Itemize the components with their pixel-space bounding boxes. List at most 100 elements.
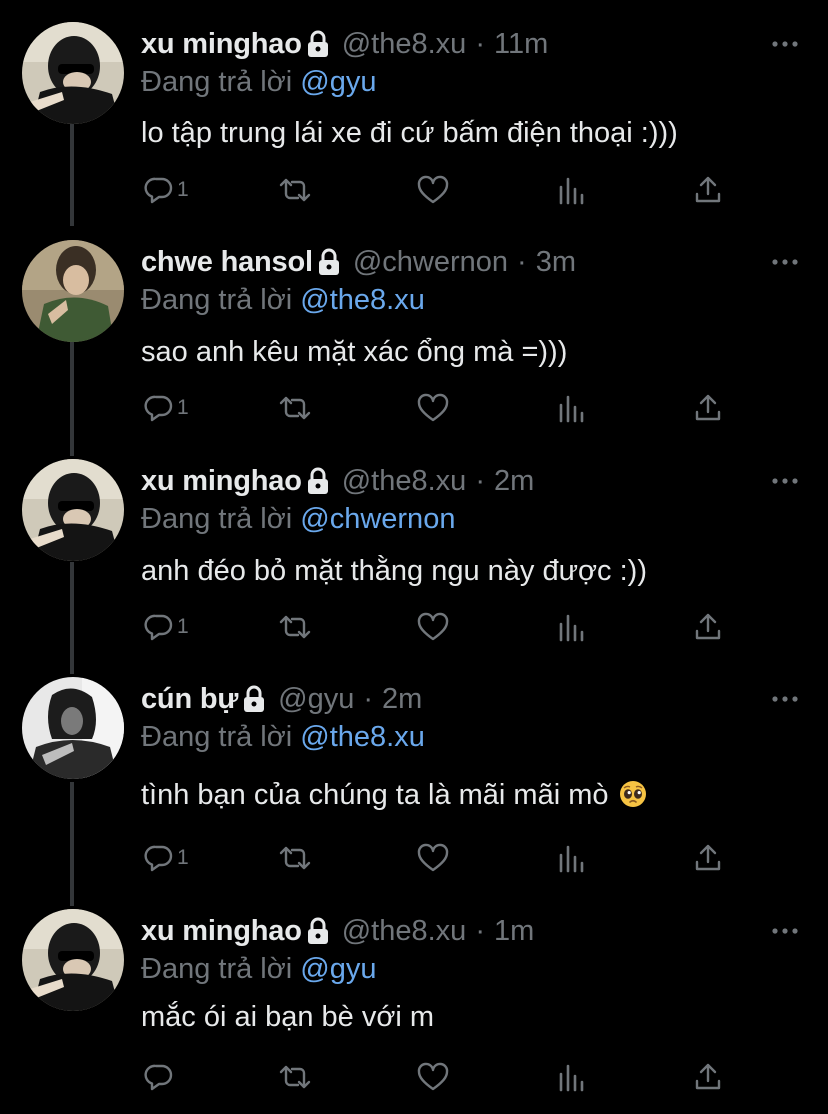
timestamp[interactable]: 2m xyxy=(382,681,422,717)
share-icon xyxy=(693,175,723,205)
retweet-button[interactable] xyxy=(278,609,312,645)
replying-to: Đang trả lời @gyu xyxy=(141,64,376,100)
share-button[interactable] xyxy=(693,172,723,208)
mention-link[interactable]: @the8.xu xyxy=(300,721,425,753)
share-button[interactable] xyxy=(693,609,723,645)
analytics-button[interactable] xyxy=(557,1059,585,1095)
tweet-text: lo tập trung lái xe đi cứ bấm điện thoại… xyxy=(141,117,678,149)
replying-label: Đang trả lời xyxy=(141,953,293,985)
retweet-icon xyxy=(278,1062,312,1092)
share-icon xyxy=(693,612,723,642)
reply-icon xyxy=(144,612,174,642)
reply-button[interactable] xyxy=(144,1059,177,1095)
reply-count: 1 xyxy=(177,396,189,419)
lock-icon xyxy=(242,685,266,713)
tweet-header: chwe hansol @chwernon · 3m xyxy=(141,244,576,280)
separator: · xyxy=(475,465,485,497)
analytics-button[interactable] xyxy=(557,609,585,645)
user-handle[interactable]: @the8.xu xyxy=(342,26,467,62)
user-handle[interactable]: @gyu xyxy=(278,681,354,717)
mention-link[interactable]: @gyu xyxy=(300,953,376,985)
like-button[interactable] xyxy=(417,172,449,208)
reply-icon xyxy=(144,393,174,423)
avatar-gyu[interactable] xyxy=(22,677,124,779)
pleading-face-emoji xyxy=(619,780,647,808)
more-icon[interactable] xyxy=(772,244,798,280)
share-button[interactable] xyxy=(693,1059,723,1095)
reply-button[interactable]: 1 xyxy=(144,390,189,426)
replying-label: Đang trả lời xyxy=(141,284,293,316)
share-icon xyxy=(693,1062,723,1092)
replying-to: Đang trả lời @the8.xu xyxy=(141,719,425,755)
heart-icon xyxy=(417,393,449,423)
separator: · xyxy=(475,915,485,947)
replying-label: Đang trả lời xyxy=(141,721,293,753)
avatar-hansol[interactable] xyxy=(22,240,124,342)
timestamp[interactable]: 11m xyxy=(494,26,548,62)
reply-count: 1 xyxy=(177,615,189,638)
tweet-text: sao anh kêu mặt xác ổng mà =))) xyxy=(141,336,568,368)
display-name[interactable]: chwe hansol xyxy=(141,244,313,280)
like-button[interactable] xyxy=(417,1059,449,1095)
retweet-button[interactable] xyxy=(278,172,312,208)
lock-icon xyxy=(306,467,330,495)
tweet-header: xu minghao @the8.xu · 11m xyxy=(141,26,548,62)
share-button[interactable] xyxy=(693,840,723,876)
mention-link[interactable]: @gyu xyxy=(300,66,376,98)
reply-icon xyxy=(144,843,174,873)
analytics-icon xyxy=(557,1062,585,1092)
retweet-button[interactable] xyxy=(278,840,312,876)
reply-count: 1 xyxy=(177,178,189,201)
mention-link[interactable]: @chwernon xyxy=(300,503,455,535)
reply-button[interactable]: 1 xyxy=(144,172,189,208)
separator: · xyxy=(517,246,527,278)
user-handle[interactable]: @chwernon xyxy=(353,244,508,280)
timestamp[interactable]: 3m xyxy=(536,244,576,280)
thread-line xyxy=(70,342,74,456)
timestamp[interactable]: 1m xyxy=(494,913,534,949)
replying-to: Đang trả lời @chwernon xyxy=(141,501,455,537)
tweet-text: tình bạn của chúng ta là mãi mãi mò xyxy=(141,779,609,811)
heart-icon xyxy=(417,612,449,642)
more-icon[interactable] xyxy=(772,26,798,62)
action-bar xyxy=(141,1059,741,1095)
display-name[interactable]: xu minghao xyxy=(141,463,302,499)
action-bar: 1 xyxy=(141,172,741,208)
reply-button[interactable]: 1 xyxy=(144,609,189,645)
tweet-header: xu minghao @the8.xu · 1m xyxy=(141,913,534,949)
mention-link[interactable]: @the8.xu xyxy=(300,284,425,316)
avatar-minghao[interactable] xyxy=(22,459,124,561)
like-button[interactable] xyxy=(417,840,449,876)
more-icon[interactable] xyxy=(772,463,798,499)
share-button[interactable] xyxy=(693,390,723,426)
timestamp[interactable]: 2m xyxy=(494,463,534,499)
tweet-thread: xu minghao @the8.xu · 11m Đang trả lời @… xyxy=(0,0,828,1114)
retweet-button[interactable] xyxy=(278,1059,312,1095)
avatar-minghao[interactable] xyxy=(22,909,124,1011)
avatar-minghao[interactable] xyxy=(22,22,124,124)
separator: · xyxy=(475,28,485,60)
more-icon[interactable] xyxy=(772,681,798,717)
retweet-button[interactable] xyxy=(278,390,312,426)
replying-to: Đang trả lời @gyu xyxy=(141,951,376,987)
analytics-icon xyxy=(557,393,585,423)
retweet-icon xyxy=(278,612,312,642)
user-handle[interactable]: @the8.xu xyxy=(342,913,467,949)
more-icon[interactable] xyxy=(772,913,798,949)
analytics-button[interactable] xyxy=(557,172,585,208)
analytics-button[interactable] xyxy=(557,840,585,876)
lock-icon xyxy=(306,917,330,945)
user-handle[interactable]: @the8.xu xyxy=(342,463,467,499)
display-name[interactable]: cún bự xyxy=(141,681,238,717)
heart-icon xyxy=(417,175,449,205)
display-name[interactable]: xu minghao xyxy=(141,26,302,62)
analytics-button[interactable] xyxy=(557,390,585,426)
like-button[interactable] xyxy=(417,609,449,645)
like-button[interactable] xyxy=(417,390,449,426)
share-icon xyxy=(693,393,723,423)
display-name[interactable]: xu minghao xyxy=(141,913,302,949)
tweet-text: anh đéo bỏ mặt thằng ngu này được :)) xyxy=(141,555,647,587)
heart-icon xyxy=(417,843,449,873)
reply-count: 1 xyxy=(177,846,189,869)
reply-button[interactable]: 1 xyxy=(144,840,189,876)
